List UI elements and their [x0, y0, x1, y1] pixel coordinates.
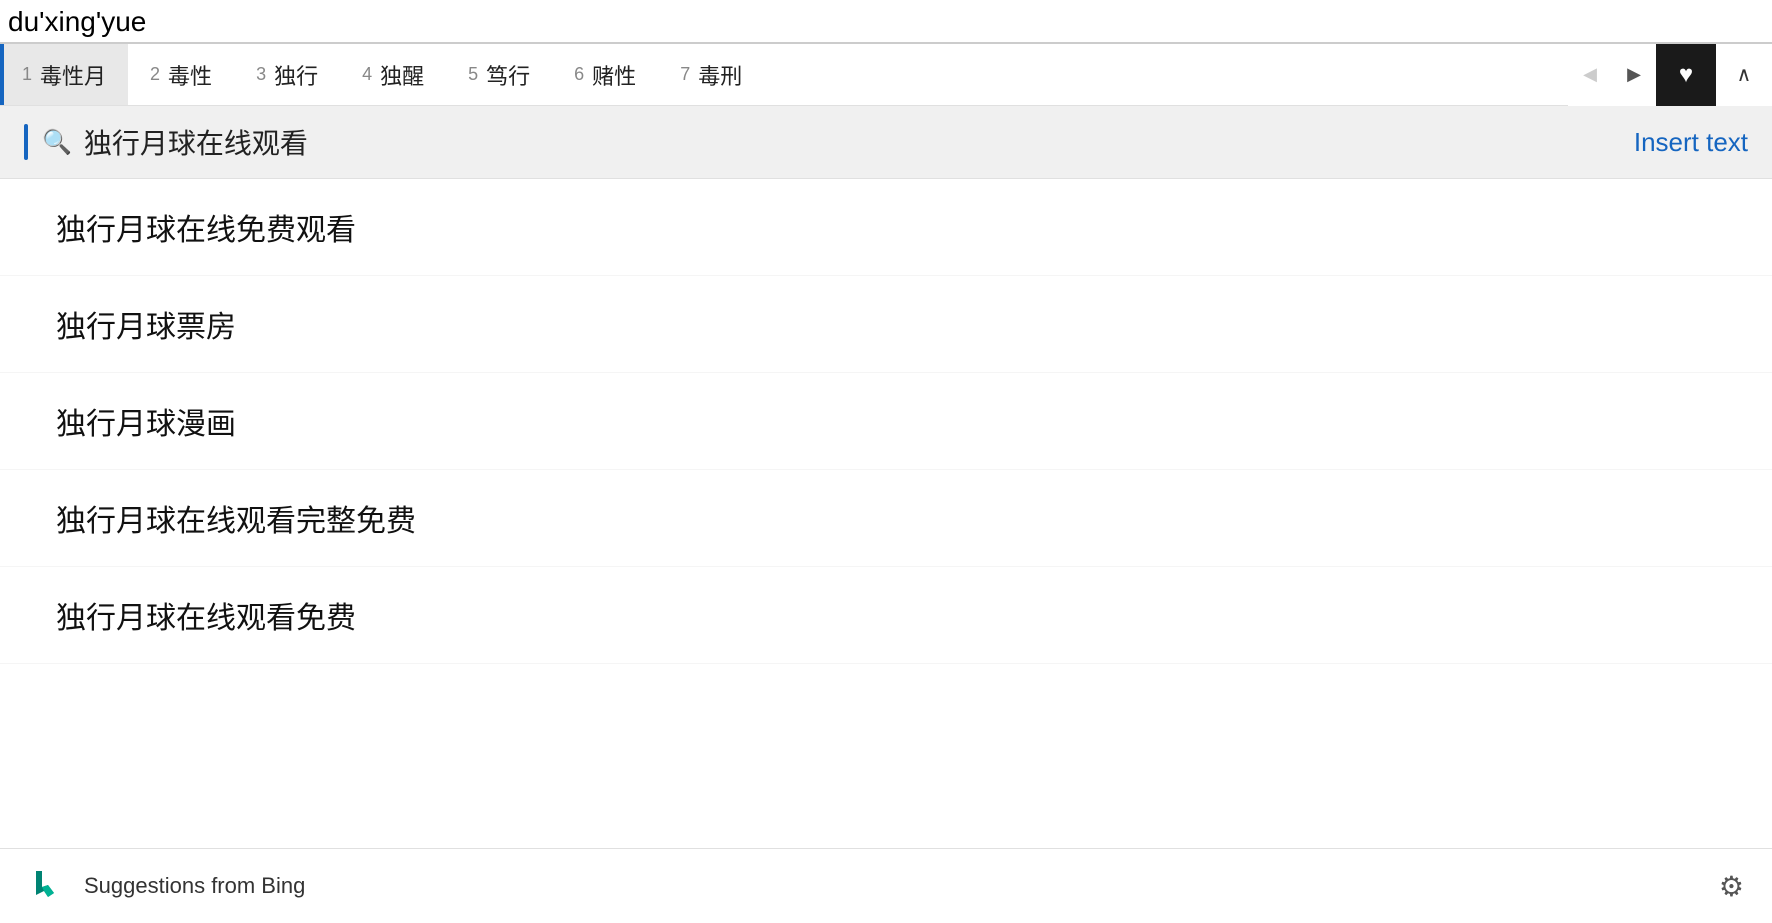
candidate-num: 7: [680, 64, 690, 85]
candidate-item-1[interactable]: 1 毒性月: [0, 44, 128, 105]
settings-gear-icon[interactable]: ⚙: [1719, 870, 1744, 903]
candidate-item-3[interactable]: 3 独行: [234, 44, 340, 105]
bing-logo-icon: [28, 867, 66, 905]
candidate-text: 笃行: [486, 59, 530, 91]
suggestion-item-4[interactable]: 独行月球在线观看完整免费: [0, 470, 1772, 567]
blue-accent-bar: [24, 124, 28, 160]
favorites-button[interactable]: ♥: [1656, 44, 1716, 106]
candidate-text: 毒性: [168, 59, 212, 91]
candidate-item-4[interactable]: 4 独醒: [340, 44, 446, 105]
candidate-text: 毒刑: [698, 59, 742, 91]
candidate-item-5[interactable]: 5 笃行: [446, 44, 552, 105]
insert-text-button[interactable]: Insert text: [1634, 127, 1748, 158]
candidate-num: 6: [574, 64, 584, 85]
candidate-text: 赌性: [592, 59, 636, 91]
candidate-num: 3: [256, 64, 266, 85]
pinyin-input[interactable]: [8, 6, 308, 38]
footer-label: Suggestions from Bing: [84, 873, 305, 899]
candidate-bar: 1 毒性月 2 毒性 3 独行 4 独醒 5 笃行 6 赌性 7 毒刑 ◀ ▶ ♥ ∧: [0, 44, 1772, 106]
prev-page-button[interactable]: ◀: [1568, 44, 1612, 106]
suggestion-item-3[interactable]: 独行月球漫画: [0, 373, 1772, 470]
candidate-num: 2: [150, 64, 160, 85]
candidate-item-2[interactable]: 2 毒性: [128, 44, 234, 105]
top-input-bar: [0, 0, 1772, 44]
candidate-text: 独行: [274, 59, 318, 91]
prev-arrow-icon: ◀: [1583, 64, 1597, 85]
next-arrow-icon: ▶: [1627, 64, 1641, 85]
candidate-text: 独醒: [380, 59, 424, 91]
candidate-num: 1: [22, 64, 32, 85]
candidate-num: 5: [468, 64, 478, 85]
heart-icon: ♥: [1679, 61, 1693, 89]
candidate-item-6[interactable]: 6 赌性: [552, 44, 658, 105]
footer: Suggestions from Bing ⚙: [0, 848, 1772, 923]
search-icon: 🔍: [42, 128, 72, 157]
collapse-button[interactable]: ∧: [1716, 44, 1772, 106]
suggestion-item-5[interactable]: 独行月球在线观看免费: [0, 567, 1772, 664]
collapse-icon: ∧: [1737, 62, 1752, 87]
candidate-item-7[interactable]: 7 毒刑: [658, 44, 764, 105]
candidate-num: 4: [362, 64, 372, 85]
next-page-button[interactable]: ▶: [1612, 44, 1656, 106]
suggestions-list: 独行月球在线免费观看独行月球票房独行月球漫画独行月球在线观看完整免费独行月球在线…: [0, 179, 1772, 664]
footer-left: Suggestions from Bing: [28, 867, 305, 905]
suggestion-item-2[interactable]: 独行月球票房: [0, 276, 1772, 373]
search-query-text: 独行月球在线观看: [84, 122, 1634, 162]
candidate-text: 毒性月: [40, 59, 106, 91]
suggestion-item-1[interactable]: 独行月球在线免费观看: [0, 179, 1772, 276]
search-bar: 🔍 独行月球在线观看 Insert text: [0, 106, 1772, 179]
